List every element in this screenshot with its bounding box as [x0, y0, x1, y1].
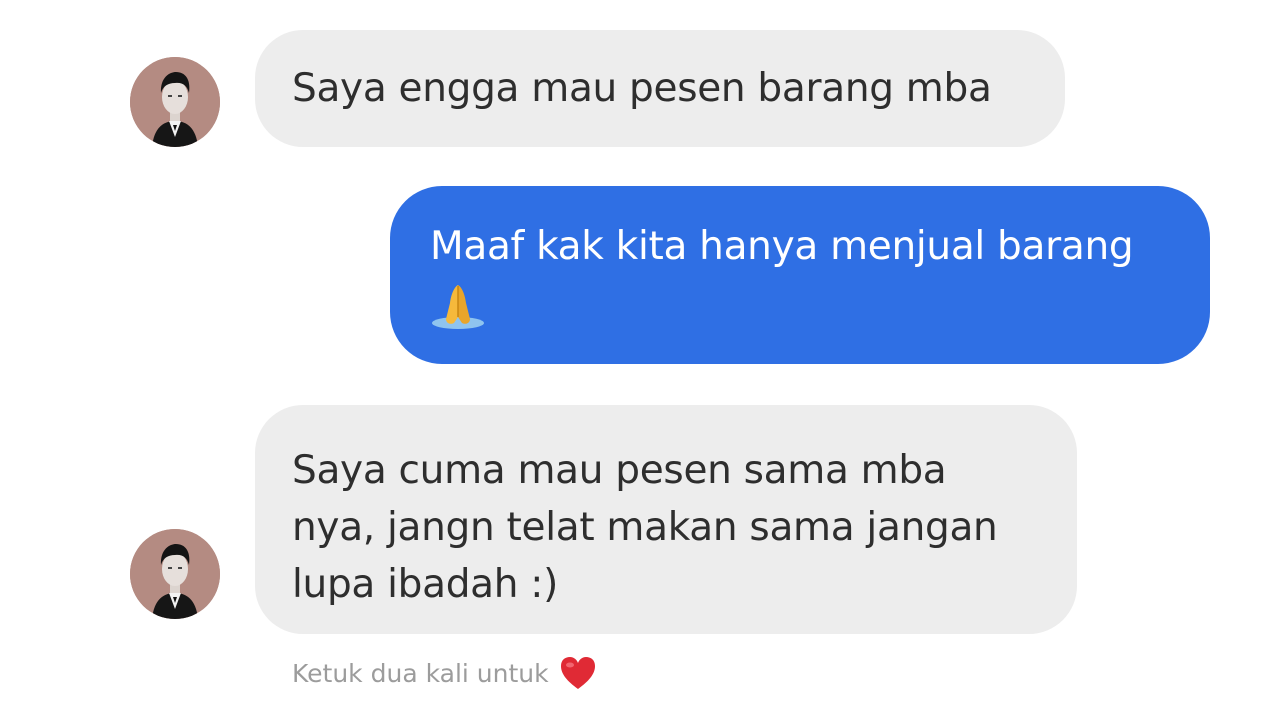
incoming-message-bubble[interactable]: Saya cuma mau pesen sama mba nya, jangn …: [255, 405, 1077, 634]
hint-text: Ketuk dua kali untuk: [292, 658, 549, 688]
sender-avatar[interactable]: [130, 529, 220, 619]
person-portrait-icon: [130, 57, 220, 147]
incoming-message-bubble[interactable]: Saya engga mau pesen barang mba: [255, 30, 1065, 147]
outgoing-message-bubble[interactable]: Maaf kak kita hanya menjual barang: [390, 186, 1210, 364]
folded-hands-icon: [432, 285, 484, 329]
message-text: Maaf kak kita hanya menjual barang: [430, 224, 1134, 269]
sender-avatar[interactable]: [130, 57, 220, 147]
person-portrait-icon: [130, 529, 220, 619]
red-heart-icon[interactable]: [559, 655, 597, 691]
message-text-line: nya, jangn telat makan sama jangan: [292, 505, 998, 550]
message-text-line: Saya cuma mau pesen sama mba: [292, 448, 947, 493]
message-text: Saya engga mau pesen barang mba: [292, 66, 992, 111]
message-text-line: lupa ibadah :): [292, 562, 559, 607]
double-tap-hint: Ketuk dua kali untuk: [292, 655, 597, 691]
